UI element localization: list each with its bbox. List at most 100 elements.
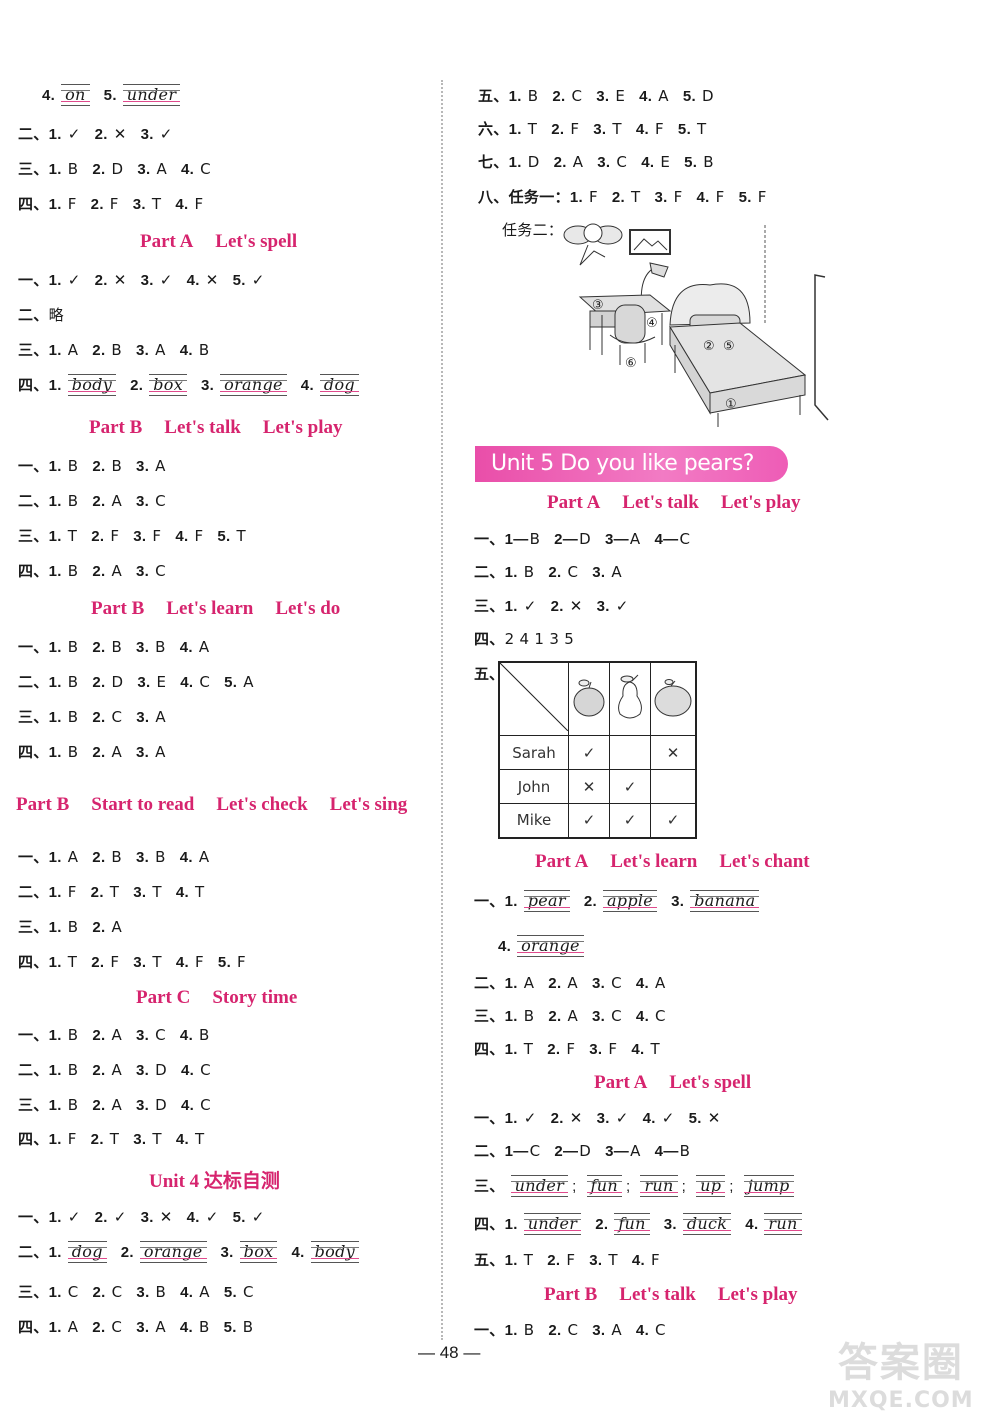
answer-item: 2. orange	[121, 1241, 207, 1263]
answer-value: A	[572, 153, 584, 171]
answer-value: A	[630, 1142, 641, 1160]
heading-title: Let's learn	[166, 598, 254, 619]
item-number: 4.	[186, 1209, 200, 1226]
item-number: 1.	[48, 1284, 62, 1301]
answer-item: 1. F	[49, 195, 77, 213]
item-number: 3.	[136, 493, 150, 510]
heading-title: Let's talk	[164, 417, 241, 438]
handwritten-answer: under	[122, 84, 181, 106]
answer-value: T	[631, 188, 641, 206]
answer-item: 2. ✓	[95, 1208, 127, 1226]
answer-item: 4. C	[636, 1007, 666, 1025]
question-number: 三、	[18, 160, 49, 178]
answer-value: B	[67, 457, 79, 475]
answer-row: 二、1. A 2. A 3. C 4. A	[474, 972, 680, 993]
answer-item: 3. A	[136, 1318, 166, 1336]
item-number: 4—	[654, 1143, 679, 1160]
item-number: 1.	[48, 196, 62, 213]
answer-value: B	[67, 1096, 79, 1114]
answer-value: B	[111, 457, 123, 475]
handwritten-answer: dog	[319, 374, 359, 396]
answer-item: 1. dog	[49, 1241, 107, 1263]
answer-value: F	[570, 120, 580, 138]
answer-value: D	[527, 153, 540, 171]
answer-item: 4. dog	[301, 374, 359, 396]
answer-row: 三、1. B 2. A 3. D 4. C	[18, 1094, 225, 1115]
answer-value: D	[579, 1142, 592, 1160]
section-heading: Part B Start to read Let's check Let's sing	[16, 794, 429, 816]
item-number: 4.	[180, 674, 194, 691]
answer-row: 四、1. B 2. A 3. C	[18, 560, 180, 581]
answer-value: B	[703, 153, 714, 171]
answer-value: T	[152, 953, 162, 971]
answer-value: C	[200, 1096, 211, 1114]
item-number: 4.	[175, 884, 189, 901]
answer-value: A	[67, 1318, 79, 1336]
answer-row: 三、1. B 2. A 3. C 4. C	[474, 1005, 680, 1026]
answer-value: C	[111, 1318, 123, 1336]
item-number: 1.	[48, 1062, 62, 1079]
item-number: 5.	[223, 1319, 237, 1336]
answer-item: 2. A	[92, 1096, 122, 1114]
item-number: 4.	[635, 975, 650, 992]
answer-row: 四、1. body 2. box 3. orange 4. dog	[18, 374, 373, 396]
answer-value: ✓	[661, 1109, 675, 1127]
handwritten-answer: up	[696, 1175, 726, 1197]
heading-part: Part B	[16, 794, 70, 815]
answer-item: 3. F	[589, 1040, 617, 1058]
answer-item: 4. ✓	[187, 1208, 219, 1226]
answer-item: 5. B	[684, 153, 714, 171]
answer-item: 1. F	[49, 883, 77, 901]
answer-value: F	[194, 195, 204, 213]
answer-item: 3. B	[136, 638, 166, 656]
answer-row: 一、1. B 2. C 3. A 4. C	[474, 1319, 680, 1340]
answer-item: 4. F	[636, 120, 664, 138]
answer-item: 1. ✓	[505, 597, 537, 615]
question-number: 二、	[18, 125, 49, 143]
answer-value: ✕	[707, 1109, 721, 1127]
answer-item: 3. ✓	[141, 125, 173, 143]
answer-value: A	[67, 341, 79, 359]
answer-row: 二、1. B 2. D 3. E 4. C 5. A	[18, 671, 268, 692]
item-number: 2.	[551, 121, 565, 138]
apple-icon	[568, 661, 610, 736]
answer-item: 3. A	[592, 563, 622, 581]
handwritten-answer: box	[149, 374, 188, 396]
item-number: 2.	[92, 919, 106, 936]
question-number: 四、	[18, 743, 49, 761]
item-number: 1.	[48, 161, 62, 178]
row-name: John	[498, 769, 569, 804]
answer-value: F	[650, 1251, 660, 1269]
marker-4: ④	[646, 316, 658, 331]
item-number: 3.	[597, 154, 611, 171]
item-number: 1.	[48, 272, 62, 289]
item-number: 2.	[92, 674, 106, 691]
item-number: 3.	[133, 1131, 147, 1148]
answer-item: 1—B	[505, 530, 541, 548]
question-number: 一、	[474, 892, 505, 910]
item-number: 2.	[91, 528, 105, 545]
answer-value: C	[567, 563, 579, 581]
item-number: 3.	[591, 975, 606, 992]
item-number: 1.	[48, 919, 62, 936]
answer-item: 2. B	[92, 457, 122, 475]
answer-item: 4. on	[42, 84, 90, 106]
handwritten-answer: dog	[67, 1241, 107, 1263]
question-number: 三、	[18, 1283, 49, 1301]
heading-title: Let's play	[720, 492, 801, 513]
item-number: 4.	[179, 1027, 194, 1044]
item-number: 2.	[548, 564, 562, 581]
item-number: 2.	[92, 639, 106, 656]
item-number: 3.	[136, 709, 150, 726]
answer-row: 一、1—B 2—D 3—A 4—C	[474, 528, 704, 549]
answer-item: 4. T	[176, 883, 205, 901]
item-number: 5.	[224, 674, 238, 691]
answer-value: B	[67, 1026, 79, 1044]
item-number: 2.	[92, 1284, 106, 1301]
answer-value: C	[155, 562, 166, 580]
item-number: 3—	[605, 1143, 630, 1160]
item-number: 3.	[136, 1097, 150, 1114]
item-number: 1.	[48, 126, 62, 143]
answer-item: 2. A	[92, 918, 122, 936]
answer-value: A	[111, 1026, 123, 1044]
